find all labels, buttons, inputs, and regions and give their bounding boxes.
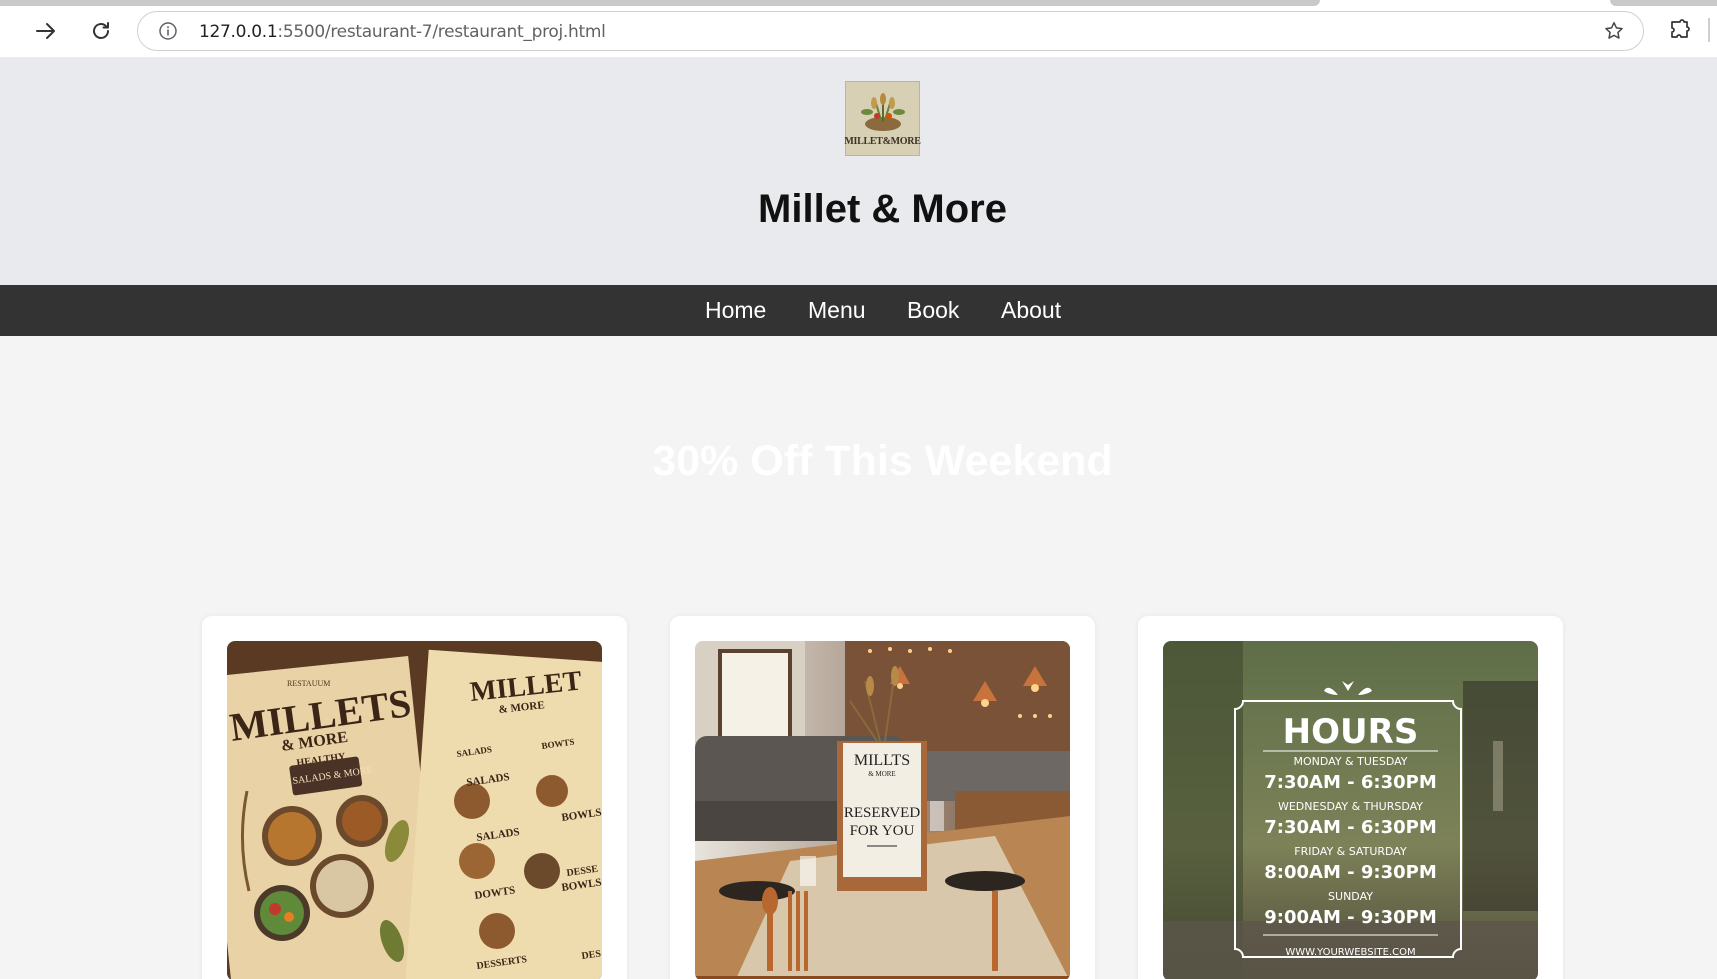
hours-time-1: 7:30AM - 6:30PM xyxy=(1264,772,1437,793)
wheat-bowl-logo-icon xyxy=(860,93,905,131)
toolbar-divider xyxy=(1708,18,1710,42)
bookmark-star-icon[interactable] xyxy=(1603,20,1625,42)
nav-link-book[interactable]: Book xyxy=(907,297,959,324)
nav-link-menu[interactable]: Menu xyxy=(808,297,866,324)
menu-flyer-image: RESTAUUM MILLETS & MORE HEALTHY SALADS &… xyxy=(227,641,602,979)
menu-image[interactable]: RESTAUUM MILLETS & MORE HEALTHY SALADS &… xyxy=(227,641,602,979)
sign-line2-text: FOR YOU xyxy=(850,823,915,839)
address-bar[interactable]: 127.0.0.1:5500/restaurant-7/restaurant_p… xyxy=(137,11,1644,51)
hours-days-3: FRIDAY & SATURDAY xyxy=(1294,845,1407,858)
main-nav: Home Menu Book About xyxy=(0,285,1717,336)
hours-website: WWW.YOURWEBSITE.COM xyxy=(1285,947,1415,958)
reload-button[interactable] xyxy=(84,14,118,48)
site-title: Millet & More xyxy=(758,187,1007,231)
url-text[interactable]: 127.0.0.1:5500/restaurant-7/restaurant_p… xyxy=(199,22,606,42)
hours-days-2: WEDNESDAY & THURSDAY xyxy=(1278,800,1423,813)
forward-button[interactable] xyxy=(29,14,63,48)
restaurant-logo[interactable]: MILLET&MORE xyxy=(844,81,921,156)
reserved-table-image: MILLTS & MORE RESERVED FOR YOU xyxy=(695,641,1070,979)
opening-hours-image: HOURS MONDAY & TUESDAY 7:30AM - 6:30PM W… xyxy=(1163,641,1538,979)
sign-line1-text: RESERVED xyxy=(844,805,920,821)
reload-icon xyxy=(93,22,109,39)
hours-time-2: 7:30AM - 6:30PM xyxy=(1264,817,1437,838)
tab-strip-right xyxy=(1610,0,1717,6)
nav-link-about[interactable]: About xyxy=(1001,297,1061,324)
site-info-icon[interactable] xyxy=(158,21,178,41)
extensions-puzzle-icon[interactable] xyxy=(1668,18,1692,42)
hours-card[interactable]: HOURS MONDAY & TUESDAY 7:30AM - 6:30PM W… xyxy=(1138,616,1563,979)
hours-time-3: 8:00AM - 9:30PM xyxy=(1264,862,1437,883)
hours-days-1: MONDAY & TUESDAY xyxy=(1294,755,1408,768)
promo-banner-text: 30% Off This Weekend xyxy=(652,437,1113,485)
browser-toolbar: 127.0.0.1:5500/restaurant-7/restaurant_p… xyxy=(0,0,1717,57)
nav-link-home[interactable]: Home xyxy=(705,297,766,324)
hours-days-4: SUNDAY xyxy=(1328,890,1373,903)
hours-image[interactable]: HOURS MONDAY & TUESDAY 7:30AM - 6:30PM W… xyxy=(1163,641,1538,979)
hours-time-4: 9:00AM - 9:30PM xyxy=(1264,907,1437,928)
booking-card[interactable]: MILLTS & MORE RESERVED FOR YOU xyxy=(670,616,1095,979)
url-host: 127.0.0.1 xyxy=(199,22,278,42)
page: MILLET&MORE Millet & More Home Menu Book… xyxy=(0,57,1717,979)
booking-image[interactable]: MILLTS & MORE RESERVED FOR YOU xyxy=(695,641,1070,979)
menu-card[interactable]: RESTAUUM MILLETS & MORE HEALTHY SALADS &… xyxy=(202,616,627,979)
menu-small-text: RESTAUUM xyxy=(287,679,330,688)
arrow-right-icon xyxy=(36,23,55,39)
site-header: MILLET&MORE Millet & More xyxy=(0,57,1717,285)
tab-strip xyxy=(0,0,1320,6)
sign-top-text: MILLTS xyxy=(854,752,910,769)
hours-heading: HOURS xyxy=(1283,712,1419,752)
logo-text: MILLET&MORE xyxy=(844,136,921,147)
sign-sub-text: & MORE xyxy=(868,770,895,778)
url-path: :5500/restaurant-7/restaurant_proj.html xyxy=(277,22,606,42)
